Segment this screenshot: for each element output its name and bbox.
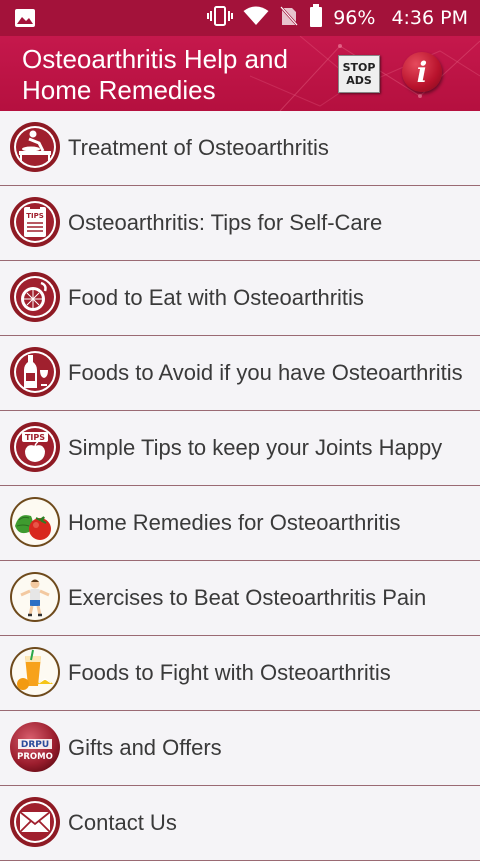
tips-apple-icon: TIPS	[9, 421, 61, 473]
info-icon: i	[416, 55, 428, 89]
app-bar: Osteoarthritis Help and Home Remedies ST…	[0, 36, 480, 111]
battery-icon	[309, 4, 323, 32]
menu-item-label: Simple Tips to keep your Joints Happy	[68, 435, 443, 460]
menu-item-contact-us[interactable]: Contact Us	[0, 786, 480, 861]
menu-item-label: Treatment of Osteoarthritis	[68, 135, 329, 160]
menu-item-food-to-eat[interactable]: Food to Eat with Osteoarthritis	[0, 261, 480, 336]
gallery-icon	[14, 8, 36, 28]
menu-item-foods-to-fight[interactable]: Foods to Fight with Osteoarthritis	[0, 636, 480, 711]
menu-item-label: Contact Us	[68, 810, 177, 835]
menu-item-joint-tips[interactable]: TIPS Simple Tips to keep your Joints Hap…	[0, 411, 480, 486]
vegetables-icon	[9, 496, 61, 548]
no-sim-icon	[279, 5, 300, 31]
wifi-icon	[243, 6, 269, 30]
menu-item-home-remedies[interactable]: Home Remedies for Osteoarthritis	[0, 486, 480, 561]
promo-icon-text-top: DRPU	[21, 740, 49, 750]
grapefruit-icon	[9, 271, 61, 323]
battery-percent: 96%	[333, 7, 376, 29]
menu-item-label: Home Remedies for Osteoarthritis	[68, 510, 401, 535]
clock: 4:36 PM	[391, 7, 468, 29]
menu-item-label: Food to Eat with Osteoarthritis	[68, 285, 364, 310]
menu-item-label: Osteoarthritis: Tips for Self-Care	[68, 210, 383, 235]
menu-item-self-care-tips[interactable]: TIPS Osteoarthritis: Tips for Self-Care	[0, 186, 480, 261]
massage-icon	[9, 121, 61, 173]
menu-item-treatment[interactable]: Treatment of Osteoarthritis	[0, 111, 480, 186]
juice-icon	[9, 646, 61, 698]
menu-item-label: Foods to Avoid if you have Osteoarthriti…	[68, 360, 463, 385]
menu-list: Treatment of Osteoarthritis TIPS Osteoar…	[0, 111, 480, 861]
exercise-icon	[9, 571, 61, 623]
drpu-promo-icon: DRPU PROMO	[9, 721, 61, 773]
menu-item-label: Foods to Fight with Osteoarthritis	[68, 660, 391, 685]
envelope-icon	[9, 796, 61, 848]
stop-ads-label-line2: ADS	[346, 74, 372, 87]
stop-ads-label-line1: STOP	[342, 61, 376, 74]
status-bar: 96% 4:36 PM	[0, 0, 480, 36]
vibrate-icon	[207, 5, 234, 31]
menu-item-foods-to-avoid[interactable]: Foods to Avoid if you have Osteoarthriti…	[0, 336, 480, 411]
wine-bottle-icon	[9, 346, 61, 398]
info-button[interactable]: i	[402, 52, 442, 92]
promo-icon-text-bottom: PROMO	[17, 752, 53, 762]
svg-text:TIPS: TIPS	[25, 433, 45, 442]
tips-clipboard-icon: TIPS	[9, 196, 61, 248]
menu-item-exercises[interactable]: Exercises to Beat Osteoarthritis Pain	[0, 561, 480, 636]
app-title: Osteoarthritis Help and Home Remedies	[22, 44, 288, 105]
menu-item-label: Gifts and Offers	[68, 735, 222, 760]
menu-item-label: Exercises to Beat Osteoarthritis Pain	[68, 585, 427, 610]
stop-ads-button[interactable]: STOP ADS	[338, 55, 380, 93]
svg-text:TIPS: TIPS	[26, 212, 44, 220]
menu-item-gifts-offers[interactable]: DRPU PROMO Gifts and Offers	[0, 711, 480, 786]
